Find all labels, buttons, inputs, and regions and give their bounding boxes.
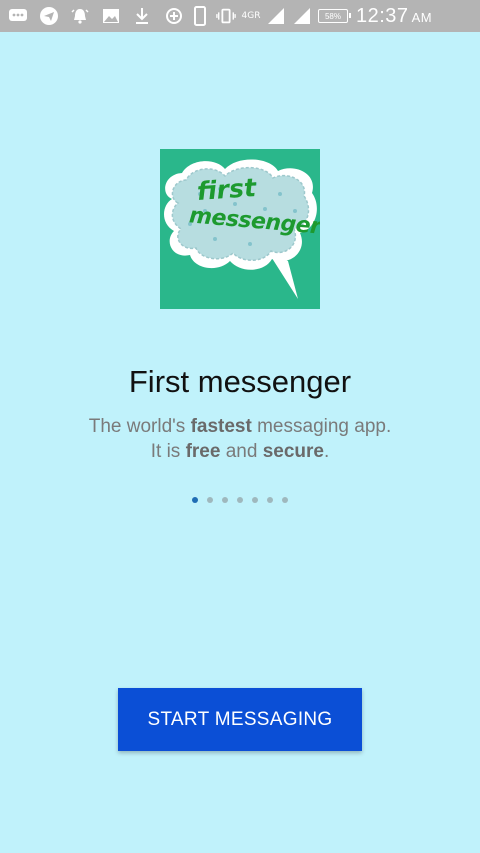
notification-icons	[8, 6, 152, 26]
logo-text-line2: messenger	[188, 203, 320, 240]
data-saver-icon	[164, 6, 184, 26]
subtitle-emphasis: free	[185, 441, 221, 462]
subtitle-text: and	[220, 441, 263, 462]
page-dot	[267, 497, 273, 503]
page-dot	[237, 497, 243, 503]
clock-ampm: AM	[411, 9, 433, 25]
download-icon	[132, 6, 152, 26]
battery-level: 58%	[324, 11, 341, 21]
subtitle-line-1: The world's fastest messaging app.	[0, 414, 480, 439]
page-dot	[207, 497, 213, 503]
system-icons: 4GR 58%	[164, 6, 351, 26]
subtitle-line-2: It is free and secure.	[0, 439, 480, 464]
network-type: 4GR	[241, 10, 261, 21]
page-dot	[192, 497, 198, 503]
clock-time: 12:37	[356, 4, 409, 27]
battery-icon: 58%	[318, 9, 351, 23]
message-icon	[8, 6, 28, 26]
subtitle-text: It is	[150, 441, 186, 462]
subtitle-text: The world's	[88, 416, 191, 437]
signal-icon	[266, 6, 286, 26]
logo-text: first messenger	[160, 149, 320, 309]
page-title: First messenger	[128, 364, 352, 399]
phone-icon	[190, 6, 210, 26]
subtitle-text: .	[323, 441, 330, 462]
app-logo: first messenger	[160, 149, 320, 309]
logo-text-line1: first	[196, 172, 257, 207]
start-messaging-button[interactable]: START MESSAGING	[118, 688, 362, 751]
page-dot	[252, 497, 258, 503]
clock: 12:37 AM	[356, 5, 432, 28]
alarm-icon	[70, 6, 90, 26]
page-indicator	[0, 497, 480, 503]
signal-icon-2	[292, 6, 312, 26]
subtitle-emphasis: secure	[262, 441, 324, 462]
status-bar: 4GR 58% 12:37 AM	[0, 0, 480, 32]
page-subtitle: The world's fastest messaging app. It is…	[0, 414, 480, 464]
page-dot	[222, 497, 228, 503]
page-dot	[282, 497, 288, 503]
image-icon	[101, 6, 121, 26]
subtitle-emphasis: fastest	[190, 416, 252, 437]
subtitle-text: messaging app.	[251, 416, 392, 437]
vibrate-icon	[216, 6, 236, 26]
telegram-icon	[39, 6, 59, 26]
